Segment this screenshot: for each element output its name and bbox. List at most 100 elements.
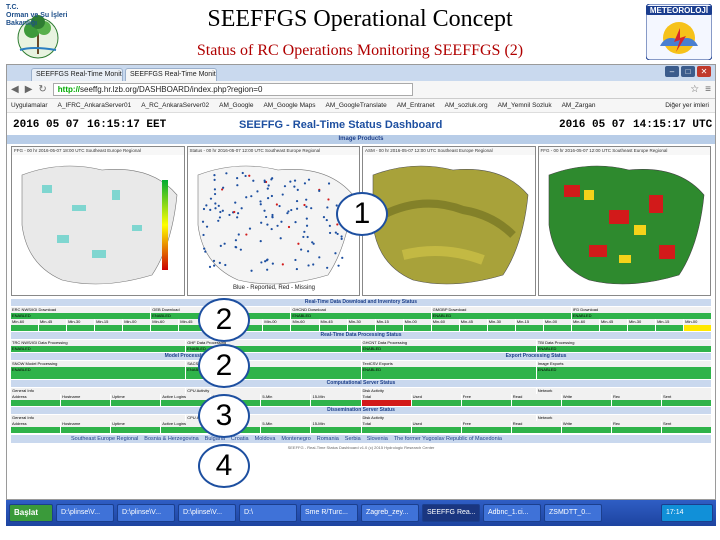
bookmark-item[interactable]: A_RC_AnkaraServer02: [141, 102, 209, 109]
taskbar-item[interactable]: Sme R/Turc...: [300, 504, 358, 522]
bookmark-other[interactable]: Diğer yer imleri: [665, 102, 709, 109]
bookmark-item[interactable]: AM_Yemnil Sozluk: [498, 102, 552, 109]
station-dot: [325, 206, 328, 209]
status-bar-cell: [656, 325, 684, 331]
station-dot: [213, 178, 216, 181]
station-dot: [218, 216, 221, 219]
region-link[interactable]: Bosnia & Herzegovina: [144, 435, 198, 443]
station-dot: [237, 233, 240, 236]
taskbar-item[interactable]: D:\: [239, 504, 297, 522]
station-dot: [209, 197, 212, 200]
tab-seeffgs-1[interactable]: SEEFFGS Real-Time Monitor: [31, 68, 123, 81]
taskbar-item[interactable]: ZSMDTT_0...: [544, 504, 602, 522]
dashboard-header: 2016 05 07 16:15:17 EET SEEFFG - Real-Ti…: [7, 113, 715, 135]
station-dot: [339, 235, 343, 238]
forward-icon[interactable]: ▶: [25, 84, 33, 95]
station-dot: [279, 237, 282, 240]
start-button[interactable]: Başlat: [9, 504, 53, 522]
region-link[interactable]: Montenegro: [281, 435, 310, 443]
minimize-button[interactable]: –: [665, 66, 679, 77]
section-download: Real-Time Data Download and Inventory St…: [11, 299, 711, 306]
station-dot: [295, 207, 298, 210]
region-link[interactable]: The former Yugoslav Republic of Macedoni…: [394, 435, 502, 443]
station-dot: [223, 242, 226, 245]
url-prefix: http://: [57, 85, 81, 94]
bookmark-item[interactable]: A_IFRC_AnkaraServer01: [58, 102, 132, 109]
tab-bar: SEEFFGS Real-Time Monitor SEEFFGS Real-T…: [7, 65, 715, 81]
station-dot: [235, 216, 238, 219]
map-status[interactable]: Status - 00 hr 2016-05-07 12:00 UTC Sout…: [186, 146, 360, 296]
status-bar-cell: [684, 325, 712, 331]
station-dot: [303, 182, 306, 185]
server-value-cell: [11, 400, 61, 406]
status-bar-cell: [543, 325, 571, 331]
station-dot: [286, 210, 290, 213]
reload-icon[interactable]: ↻: [38, 84, 46, 95]
station-dot: [218, 210, 221, 214]
download-bar-row: [11, 325, 712, 331]
server-value-cell: [411, 427, 461, 433]
map-ffg-right[interactable]: FFG - 00 hr 2016-05-07 12:00 UTC Southea…: [537, 146, 711, 296]
bookmark-item[interactable]: AM_GoogleTranslate: [326, 102, 387, 109]
map-asm-image: [363, 155, 535, 295]
server-value-cell: [61, 427, 111, 433]
bookmark-item[interactable]: AM_sozluk.org: [445, 102, 488, 109]
status-bar-cell: [263, 325, 291, 331]
bookmark-item[interactable]: Uygulamalar: [11, 102, 48, 109]
system-clock[interactable]: 17:14: [661, 504, 713, 522]
map-asm[interactable]: ASM - 00 hr 2016-05-07 12:00 UTC Southea…: [362, 146, 536, 296]
status-bar-cell: [515, 325, 543, 331]
station-dot: [302, 203, 306, 207]
taskbar-item[interactable]: D:\plinse\V...: [178, 504, 236, 522]
taskbar-item[interactable]: D:\plinse\V...: [117, 504, 175, 522]
taskbar-item[interactable]: SEEFFG Rea...: [422, 504, 480, 522]
region-link[interactable]: Serbia: [345, 435, 361, 443]
station-dot: [201, 220, 204, 223]
url-input[interactable]: http://seeffg.hr.lzb.org/DASHBOARD/index…: [52, 83, 413, 96]
region-link[interactable]: Southeast Europe Regional: [71, 435, 138, 443]
taskbar-item[interactable]: Adbnc_1.ci...: [483, 504, 541, 522]
bookmark-item[interactable]: AM_Google: [219, 102, 253, 109]
maximize-button[interactable]: □: [681, 66, 695, 77]
browser-window: SEEFFGS Real-Time Monitor SEEFFGS Real-T…: [6, 64, 716, 500]
section-dissemination: Dissemination Server Status: [11, 407, 711, 414]
station-dot: [213, 188, 216, 191]
time-right: 14:15:17 UTC: [633, 119, 713, 131]
status-bar-cell: [347, 325, 375, 331]
back-icon[interactable]: ◀: [11, 84, 19, 95]
station-dot: [263, 179, 266, 182]
station-dot: [259, 261, 262, 264]
bookmarks-bar: Uygulamalar A_IFRC_AnkaraServer01 A_RC_Ank…: [7, 99, 715, 113]
station-dot: [336, 264, 340, 267]
dashboard: 2016 05 07 16:15:17 EET SEEFFG - Real-Ti…: [7, 113, 715, 499]
status-bar-cell: [291, 325, 319, 331]
region-link[interactable]: Romania: [317, 435, 339, 443]
processing-status-cell: ENABLED: [536, 346, 711, 352]
menu-icon[interactable]: ≡: [705, 84, 711, 95]
model-status-cell: [11, 373, 186, 379]
close-button[interactable]: ✕: [697, 66, 711, 77]
status-bar-cell: [39, 325, 67, 331]
bookmark-item[interactable]: AM_Entranet: [397, 102, 435, 109]
map-status-legend: Blue - Reported, Red - Missing: [232, 285, 314, 291]
station-dot: [202, 247, 205, 250]
map-ffg-left[interactable]: FFG - 00 hr 2016-05-07 18:00 UTC Southea…: [11, 146, 185, 296]
server-value-cell: [461, 427, 511, 433]
tab-seeffgs-2[interactable]: SEEFFGS Real-Time Monito: [125, 68, 217, 81]
server-value-cell: [361, 427, 411, 433]
region-link[interactable]: Slovenia: [367, 435, 388, 443]
station-dot: [249, 269, 253, 272]
station-dot: [307, 178, 310, 181]
station-dot: [328, 231, 331, 235]
bookmark-item[interactable]: AM_Google Maps: [263, 102, 315, 109]
station-dot: [305, 217, 308, 220]
bookmark-item[interactable]: AM_Zargan: [562, 102, 596, 109]
badge-4: 4: [198, 444, 250, 488]
star-icon[interactable]: ☆: [690, 84, 699, 95]
taskbar-item[interactable]: Zagreb_zey...: [361, 504, 419, 522]
server-value-cell: [61, 400, 111, 406]
station-dot: [217, 204, 220, 207]
taskbar-item[interactable]: D:\plinse\V...: [56, 504, 114, 522]
region-link[interactable]: Moldova: [255, 435, 276, 443]
time-left: 16:15:17 EET: [87, 119, 167, 131]
